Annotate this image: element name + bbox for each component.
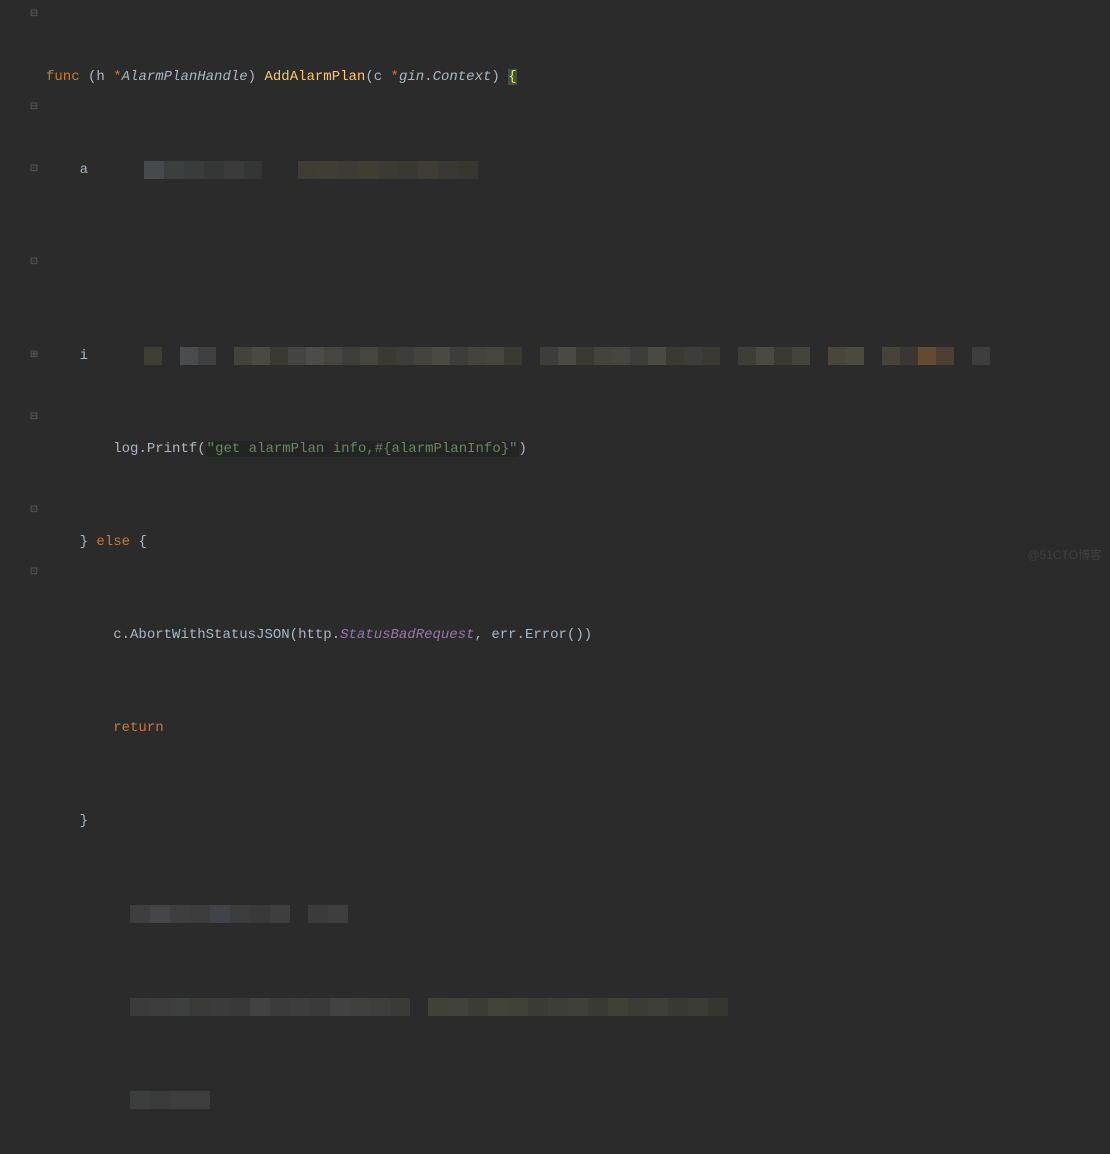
keyword: else <box>96 534 130 550</box>
constant: StatusBadRequest <box>340 627 474 643</box>
function-name: AddAlarmPlan <box>264 69 365 85</box>
code-editor: ⊟ ⊟ ⊡ ⊡ ⊞ ⊟ ⊡ ⊡ func (h *AlarmPlanHandle… <box>0 0 1110 577</box>
string-literal: "get alarmPlan info,#{alarmPlanInfo}" <box>206 441 519 457</box>
operator: * <box>113 69 121 85</box>
redacted-block <box>130 905 348 923</box>
identifier: err <box>491 627 516 643</box>
code-line: i <box>46 341 1110 372</box>
code-line <box>46 248 1110 279</box>
fold-icon[interactable]: ⊟ <box>28 102 40 114</box>
type: AlarmPlanHandle <box>122 69 248 85</box>
code-line: func (h *AlarmPlanHandle) AddAlarmPlan(c… <box>46 62 1110 93</box>
package: gin <box>399 69 424 85</box>
operator: * <box>391 69 399 85</box>
text: ) <box>519 441 527 457</box>
text <box>46 627 113 643</box>
fold-icon[interactable]: ⊟ <box>28 9 40 21</box>
method: Printf <box>147 441 197 457</box>
text: a <box>46 162 88 178</box>
code-line: a <box>46 155 1110 186</box>
brace: } <box>80 534 88 550</box>
code-line <box>46 992 1110 1023</box>
text: (c <box>365 69 390 85</box>
brace-highlight: { <box>508 69 516 85</box>
redacted-block <box>130 1091 210 1109</box>
fold-icon[interactable]: ⊟ <box>28 412 40 424</box>
type: Context <box>433 69 492 85</box>
fold-icon[interactable]: ⊡ <box>28 567 40 579</box>
code-line: } <box>46 806 1110 837</box>
watermark: @51CTO博客 <box>1027 540 1102 571</box>
code-line <box>46 899 1110 930</box>
text: i <box>46 348 88 364</box>
code-line: } else { <box>46 527 1110 558</box>
code-area[interactable]: func (h *AlarmPlanHandle) AddAlarmPlan(c… <box>42 0 1110 577</box>
code-line <box>46 1085 1110 1116</box>
text: . <box>332 627 340 643</box>
code-line: log.Printf("get alarmPlan info,#{alarmPl… <box>46 434 1110 465</box>
fold-icon[interactable]: ⊡ <box>28 257 40 269</box>
text: ) <box>248 69 265 85</box>
text: ()) <box>567 627 592 643</box>
code-line: return <box>46 713 1110 744</box>
identifier: log <box>113 441 138 457</box>
redacted-block <box>130 998 728 1016</box>
text: ) <box>491 69 508 85</box>
text: . <box>138 441 146 457</box>
text <box>46 534 80 550</box>
text <box>46 441 113 457</box>
text: (h <box>88 69 113 85</box>
redacted-block <box>144 347 990 365</box>
brace: } <box>80 813 88 829</box>
identifier: http <box>298 627 332 643</box>
brace: { <box>138 534 146 550</box>
text <box>46 720 113 736</box>
code-line: c.AbortWithStatusJSON(http.StatusBadRequ… <box>46 620 1110 651</box>
keyword: return <box>113 720 163 736</box>
identifier: c <box>113 627 121 643</box>
keyword: func <box>46 69 80 85</box>
text: ( <box>290 627 298 643</box>
text <box>46 813 80 829</box>
method: AbortWithStatusJSON <box>130 627 290 643</box>
text: , <box>475 627 492 643</box>
fold-icon[interactable]: ⊞ <box>28 350 40 362</box>
redacted-block <box>144 161 478 179</box>
text: . <box>517 627 525 643</box>
fold-icon[interactable]: ⊡ <box>28 164 40 176</box>
method: Error <box>525 627 567 643</box>
text: ( <box>197 441 205 457</box>
fold-icon[interactable]: ⊡ <box>28 505 40 517</box>
gutter: ⊟ ⊟ ⊡ ⊡ ⊞ ⊟ ⊡ ⊡ <box>0 0 42 577</box>
text: . <box>424 69 432 85</box>
text: . <box>122 627 130 643</box>
